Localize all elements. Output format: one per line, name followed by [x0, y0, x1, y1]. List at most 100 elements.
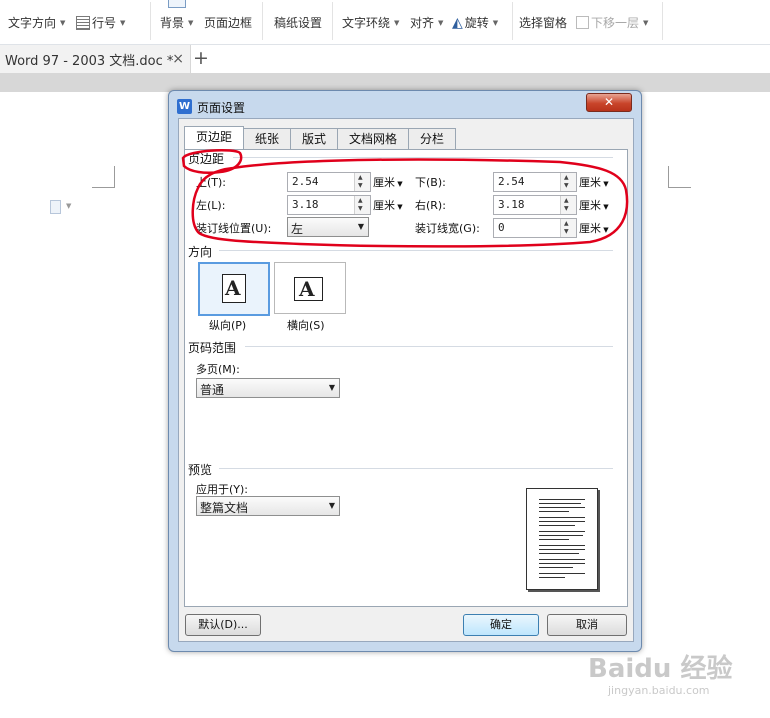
left-margin-value: 3.18 — [292, 198, 319, 211]
preview-text-line — [539, 511, 569, 512]
right-margin-value: 3.18 — [498, 198, 525, 211]
new-tab-icon[interactable]: + — [193, 48, 209, 68]
spinner-arrows-icon[interactable]: ▲ ▼ — [354, 196, 370, 214]
send-backward-button[interactable]: 下移一层 ▼ — [576, 14, 648, 31]
align-label: 对齐 — [410, 16, 435, 30]
multiple-pages-value: 普通 — [200, 383, 225, 397]
page-preview — [526, 488, 598, 590]
dropdown-arrow-icon: ▼ — [120, 18, 126, 27]
chevron-down-icon: ▼ — [328, 383, 335, 392]
ribbon-toolbar: 文字方向 ▼ 行号 ▼ 背景 ▼ 页面边框 稿纸设置 文字环绕 ▼ 对齐 ▼ ◭ 旋转 ▼ … — [0, 0, 770, 45]
background-button[interactable]: 背景 ▼ — [160, 14, 193, 31]
left-margin-input[interactable]: 3.18 ▲ ▼ — [287, 195, 371, 215]
preview-text-line — [539, 503, 581, 504]
selection-pane-button[interactable]: 选择窗格 — [519, 14, 567, 31]
document-tab-title: Word 97 - 2003 文档.doc * — [5, 53, 174, 69]
document-tab[interactable]: Word 97 - 2003 文档.doc * × — [0, 45, 191, 73]
tab-document-grid[interactable]: 文档网格 — [337, 128, 409, 149]
background-label: 背景 — [160, 16, 185, 30]
ok-button[interactable]: 确定 — [463, 614, 539, 636]
top-margin-unit[interactable]: 厘米 ▼ — [373, 174, 403, 190]
multiple-pages-select[interactable]: 普通 ▼ — [196, 378, 340, 398]
dropdown-arrow-icon: ▼ — [60, 18, 66, 27]
background-icon — [168, 0, 186, 8]
close-button[interactable]: ✕ — [586, 93, 632, 112]
spinner-arrows-icon[interactable]: ▲ ▼ — [560, 196, 576, 214]
preview-text-line — [539, 521, 585, 522]
rotate-button[interactable]: ◭ 旋转 ▼ — [452, 14, 498, 31]
preview-text-line — [539, 559, 585, 560]
portrait-label[interactable]: 纵向(P) — [209, 317, 246, 333]
ribbon-separator — [262, 2, 263, 40]
text-wrap-button[interactable]: 文字环绕 ▼ — [342, 14, 399, 31]
preview-text-line — [539, 531, 585, 532]
group-divider — [245, 346, 613, 347]
ribbon-separator — [332, 2, 333, 40]
gutter-position-select[interactable]: 左 ▼ — [287, 217, 369, 237]
orientation-group-header: 方向 — [188, 243, 217, 260]
dialog-titlebar[interactable]: W 页面设置 ✕ — [169, 91, 641, 119]
bottom-margin-unit[interactable]: 厘米 ▼ — [579, 174, 609, 190]
gutter-width-input[interactable]: 0 ▲ ▼ — [493, 218, 577, 238]
selection-pane-label: 选择窗格 — [519, 16, 568, 30]
preview-text-line — [539, 517, 585, 518]
dropdown-arrow-icon: ▼ — [438, 18, 444, 27]
right-margin-unit[interactable]: 厘米 ▼ — [579, 197, 609, 213]
apply-to-label: 应用于(Y): — [196, 483, 249, 496]
top-margin-input[interactable]: 2.54 ▲ ▼ — [287, 172, 371, 192]
dialog-title: 页面设置 — [197, 101, 246, 115]
manuscript-button[interactable]: 稿纸设置 — [274, 14, 322, 31]
spinner-arrows-icon[interactable]: ▲ ▼ — [560, 173, 576, 191]
tab-margins[interactable]: 页边距 — [184, 126, 244, 150]
cancel-button[interactable]: 取消 — [547, 614, 627, 636]
preview-text-line — [539, 525, 575, 526]
close-tab-icon[interactable]: × — [172, 51, 184, 67]
portrait-option[interactable]: A — [198, 262, 270, 316]
right-margin-label: 右(R): — [415, 199, 446, 212]
paragraph-icon[interactable] — [50, 200, 61, 214]
unit-label: 厘米 — [579, 199, 601, 212]
tab-columns[interactable]: 分栏 — [408, 128, 456, 149]
page-range-group-header: 页码范围 — [188, 339, 241, 356]
unit-label: 厘米 — [579, 222, 601, 235]
dropdown-arrow-icon: ▼ — [394, 18, 400, 27]
preview-text-line — [539, 553, 579, 554]
align-button[interactable]: 对齐 ▼ — [410, 14, 443, 31]
page-border-button[interactable]: 页面边框 — [204, 14, 252, 31]
landscape-label[interactable]: 横向(S) — [287, 317, 325, 333]
gutter-width-label: 装订线宽(G): — [415, 222, 480, 235]
left-margin-unit[interactable]: 厘米 ▼ — [373, 197, 403, 213]
top-margin-value: 2.54 — [292, 175, 319, 188]
tab-paper[interactable]: 纸张 — [243, 128, 291, 149]
landscape-glyph: A — [299, 277, 315, 301]
dropdown-arrow-icon: ▼ — [66, 202, 72, 210]
line-number-button[interactable]: 行号 ▼ — [76, 14, 125, 31]
apply-to-select[interactable]: 整篇文档 ▼ — [196, 496, 340, 516]
tab-layout[interactable]: 版式 — [290, 128, 338, 149]
preview-text-line — [539, 535, 583, 536]
text-direction-label: 文字方向 — [8, 16, 57, 30]
left-margin-label: 左(L): — [196, 199, 226, 212]
unit-label: 厘米 — [579, 176, 601, 189]
ribbon-separator — [512, 2, 513, 40]
dropdown-arrow-icon: ▼ — [188, 18, 194, 27]
preview-text-line — [539, 577, 565, 578]
default-button[interactable]: 默认(D)... — [185, 614, 261, 636]
dropdown-arrow-icon: ▼ — [492, 18, 499, 27]
gutter-position-value: 左 — [291, 222, 304, 236]
crop-mark-right — [668, 166, 691, 188]
text-direction-button[interactable]: 文字方向 ▼ — [8, 14, 65, 31]
landscape-option[interactable]: A — [274, 262, 346, 314]
spinner-arrows-icon[interactable]: ▲ ▼ — [560, 219, 576, 237]
landscape-page-icon: A — [294, 277, 323, 301]
gutter-width-unit[interactable]: 厘米 ▼ — [579, 220, 609, 236]
group-divider — [219, 468, 613, 469]
line-number-icon — [76, 15, 90, 30]
ribbon-separator — [150, 2, 151, 40]
ribbon-separator — [662, 2, 663, 40]
multiple-pages-label: 多页(M): — [196, 363, 240, 376]
right-margin-input[interactable]: 3.18 ▲ ▼ — [493, 195, 577, 215]
bottom-margin-input[interactable]: 2.54 ▲ ▼ — [493, 172, 577, 192]
spinner-arrows-icon[interactable]: ▲ ▼ — [354, 173, 370, 191]
preview-group-header: 预览 — [188, 461, 217, 478]
